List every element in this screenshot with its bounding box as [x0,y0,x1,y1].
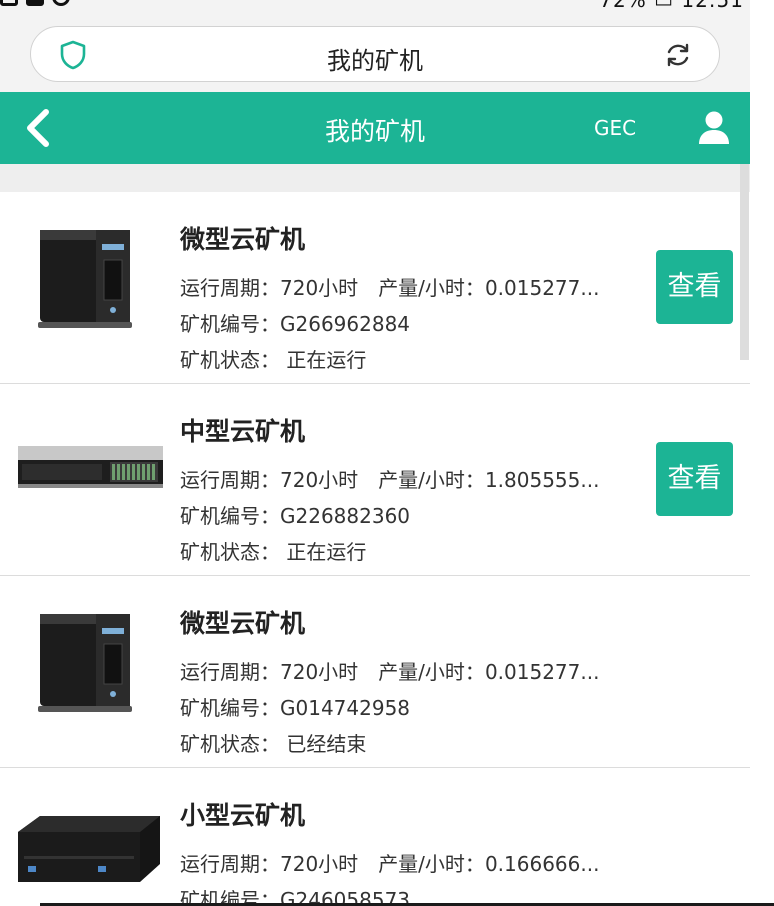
page: 72% ▭ 12:51 我的矿机 我的矿机 GEC 微型云矿机 运行周期：720… [0,0,774,906]
miner-id: 矿机编号：G226882360 [180,500,410,529]
view-button[interactable]: 查看 [656,250,733,324]
miner-name: 小型云矿机 [180,801,306,830]
miner-list: 微型云矿机 运行周期：720小时 产量/小时：0.015277... 矿机编号：G… [0,192,750,906]
id-value: G226882360 [280,504,411,528]
miner-cycle-output: 运行周期：720小时 产量/小时：0.166666... [180,848,599,877]
output-label: 产量/小时： [378,660,485,684]
output-value: 1.805555... [484,468,600,492]
miner-name: 微型云矿机 [180,609,306,638]
micro-miner-image [38,230,132,328]
cycle-label: 运行周期： [180,468,280,492]
user-icon[interactable] [696,110,732,146]
status-icons [0,0,70,6]
miner-cycle-output: 运行周期：720小时 产量/小时：0.015277... [180,656,599,685]
id-value: G014742958 [280,696,411,720]
id-label: 矿机编号： [180,312,280,336]
miner-cycle-output: 运行周期：720小时 产量/小时：1.805555... [180,464,599,493]
cycle-label: 运行周期： [180,276,280,300]
miner-id: 矿机编号：G266962884 [180,308,410,337]
output-value: 0.166666... [484,852,600,876]
miner-status: 矿机状态： 正在运行 [180,344,366,373]
status-value: 正在运行 [286,348,367,372]
notification-icon [0,0,18,6]
list-item: 微型云矿机 运行周期：720小时 产量/小时：0.015277... 矿机编号：G… [0,576,750,768]
output-label: 产量/小时： [378,276,485,300]
output-value: 0.015277... [484,660,600,684]
status-label: 矿机状态： [180,540,280,564]
status-label: 矿机状态： [180,348,280,372]
output-label: 产量/小时： [378,852,485,876]
miner-status: 矿机状态： 正在运行 [180,536,366,565]
list-item: 小型云矿机 运行周期：720小时 产量/小时：0.166666... 矿机编号：G… [0,768,750,906]
status-bar: 72% ▭ 12:51 [0,0,774,12]
status-value: 已经结束 [286,732,367,756]
browser-bar: 我的矿机 [0,8,750,92]
miner-name: 微型云矿机 [180,225,306,254]
miner-id: 矿机编号：G014742958 [180,692,410,721]
refresh-icon[interactable] [663,40,693,70]
view-button[interactable]: 查看 [656,442,733,516]
id-label: 矿机编号： [180,504,280,528]
id-label: 矿机编号： [180,696,280,720]
right-edge [750,0,774,906]
cycle-value: 720小时 [280,660,359,684]
cycle-label: 运行周期： [180,660,280,684]
miner-name: 中型云矿机 [180,417,306,446]
cycle-value: 720小时 [280,852,359,876]
miner-cycle-output: 运行周期：720小时 产量/小时：0.015277... [180,272,599,301]
status-label: 矿机状态： [180,732,280,756]
app-header: 我的矿机 GEC [0,92,750,164]
app-icon [26,0,44,6]
status-value: 正在运行 [286,540,367,564]
id-value: G266962884 [280,312,411,336]
address-title: 我的矿机 [327,47,423,75]
section-divider [0,164,750,192]
currency-label[interactable]: GEC [594,116,636,140]
page-title: 我的矿机 [324,117,425,146]
small-miner-image [18,816,160,882]
address-bar[interactable]: 我的矿机 [30,26,720,82]
list-item: 中型云矿机 运行周期：720小时 产量/小时：1.805555... 矿机编号：G… [0,384,750,576]
cycle-value: 720小时 [280,276,359,300]
output-label: 产量/小时： [378,468,485,492]
cycle-value: 720小时 [280,468,359,492]
output-value: 0.015277... [484,276,600,300]
list-item: 微型云矿机 运行周期：720小时 产量/小时：0.015277... 矿机编号：G… [0,192,750,384]
miner-status: 矿机状态： 已经结束 [180,728,366,757]
medium-miner-image [18,446,163,488]
cycle-label: 运行周期： [180,852,280,876]
micro-miner-image [38,614,132,712]
security-icon [52,0,70,6]
scrollbar[interactable] [740,164,749,360]
